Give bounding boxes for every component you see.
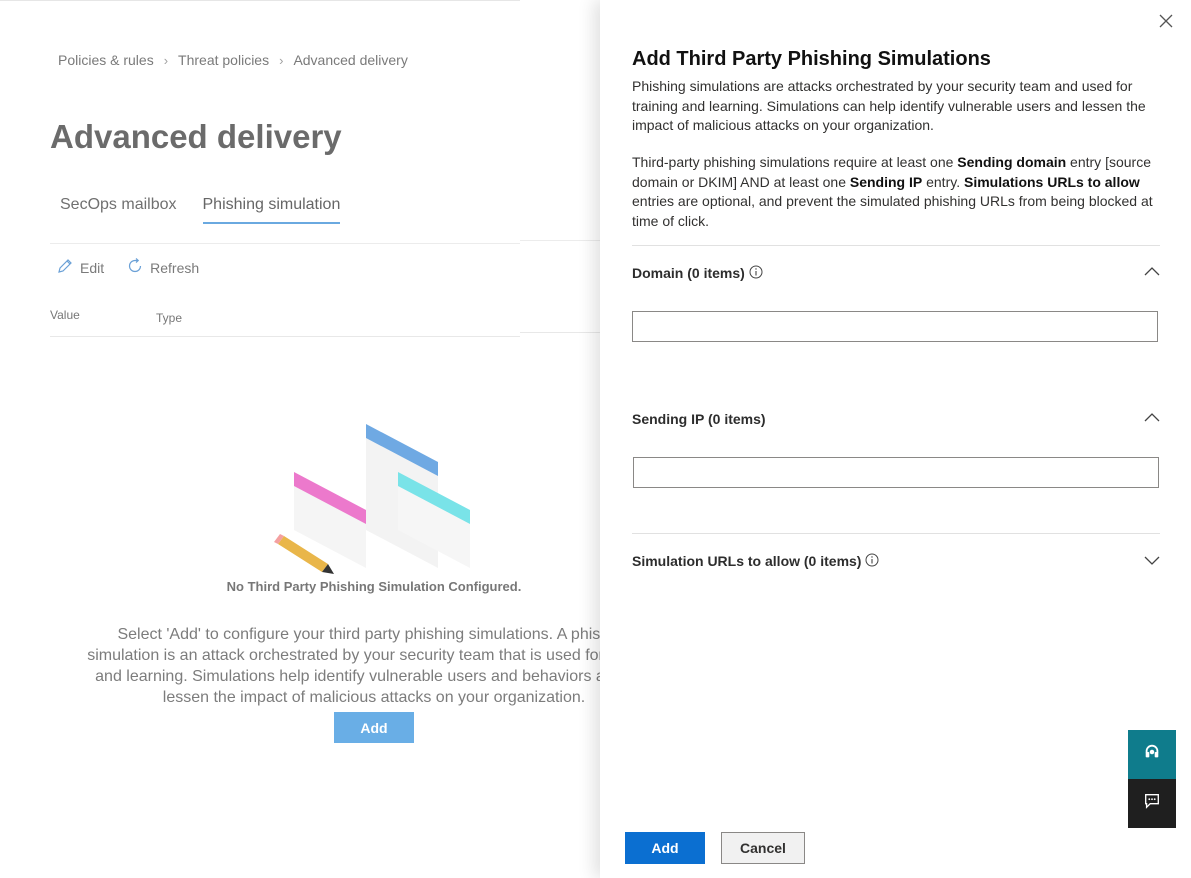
requirements-text: entry. [922,173,964,190]
sending-ip-input[interactable] [633,457,1159,488]
tab-secops-mailbox[interactable]: SecOps mailbox [60,196,177,224]
urls-emphasis: Simulations URLs to allow [963,173,1140,190]
info-icon[interactable] [865,553,879,570]
breadcrumb: Policies & rules › Threat policies › Adv… [58,52,408,68]
requirements-text: entries are optional, and prevent the si… [632,193,1153,229]
column-header-type[interactable]: Type [156,311,182,325]
breadcrumb-item-threat-policies[interactable]: Threat policies [178,52,269,68]
sending-ip-section-header[interactable]: Sending IP (0 items) [632,408,1160,430]
divider [632,533,1160,534]
breadcrumb-item-advanced-delivery: Advanced delivery [293,52,408,68]
panel-description: Phishing simulations are attacks orchest… [632,78,1146,133]
divider [520,240,600,241]
sending-ip-emphasis: Sending IP [849,173,923,190]
help-button[interactable] [1128,730,1176,779]
domain-section-label-group: Domain (0 items) [632,265,763,282]
chevron-up-icon[interactable] [1144,264,1160,283]
domain-input[interactable] [632,311,1158,342]
sending-ip-section-label: Sending IP (0 items) [632,411,766,427]
divider [0,0,520,1]
chevron-up-icon[interactable] [1144,410,1160,429]
chat-icon [1143,792,1161,815]
simulation-urls-section-label-group: Simulation URLs to allow (0 items) [632,553,879,570]
breadcrumb-item-policies[interactable]: Policies & rules [58,52,154,68]
add-button[interactable]: Add [334,712,414,743]
simulation-urls-section-label: Simulation URLs to allow (0 items) [632,553,862,569]
panel-add-button[interactable]: Add [625,832,705,864]
column-header-value[interactable]: Value [50,308,80,322]
command-bar: Edit Refresh [56,257,199,278]
page-title: Advanced delivery [50,118,342,155]
domain-section-label: Domain (0 items) [632,265,745,281]
edit-label: Edit [80,259,105,276]
requirements-text: Third-party phishing simulations require… [632,154,958,170]
sending-ip-section-label-group: Sending IP (0 items) [632,411,766,427]
tab-list: SecOps mailbox Phishing simulation [60,196,340,224]
panel-footer: Add Cancel [625,832,805,864]
chevron-right-icon: › [279,52,284,68]
side-panel: Add Third Party Phishing Simulations Phi… [600,0,1191,878]
close-icon[interactable] [1157,12,1175,30]
refresh-label: Refresh [150,259,200,276]
simulation-urls-section-header[interactable]: Simulation URLs to allow (0 items) [632,550,1160,572]
empty-state-description: Select 'Add' to configure your third par… [87,626,661,706]
panel-requirements: Third-party phishing simulations require… [632,153,1160,231]
divider [520,332,600,333]
info-icon[interactable] [749,265,763,282]
chevron-right-icon: › [163,52,169,68]
sending-domain-emphasis: Sending domain [957,154,1067,170]
refresh-icon [126,257,144,278]
feedback-button[interactable] [1128,779,1176,828]
divider [632,245,1160,246]
refresh-button[interactable]: Refresh [126,257,199,278]
tab-phishing-simulation[interactable]: Phishing simulation [202,196,340,224]
empty-state-illustration [274,424,470,574]
panel-title: Add Third Party Phishing Simulations [632,48,991,70]
empty-state-title: No Third Party Phishing Simulation Confi… [226,579,522,594]
cancel-button[interactable]: Cancel [721,832,805,864]
chevron-down-icon[interactable] [1144,552,1160,571]
headset-icon [1143,743,1161,766]
divider [50,243,520,244]
edit-button[interactable]: Edit [56,257,104,278]
domain-section-header[interactable]: Domain (0 items) [632,262,1160,284]
divider [50,336,520,337]
pencil-icon [56,257,74,278]
